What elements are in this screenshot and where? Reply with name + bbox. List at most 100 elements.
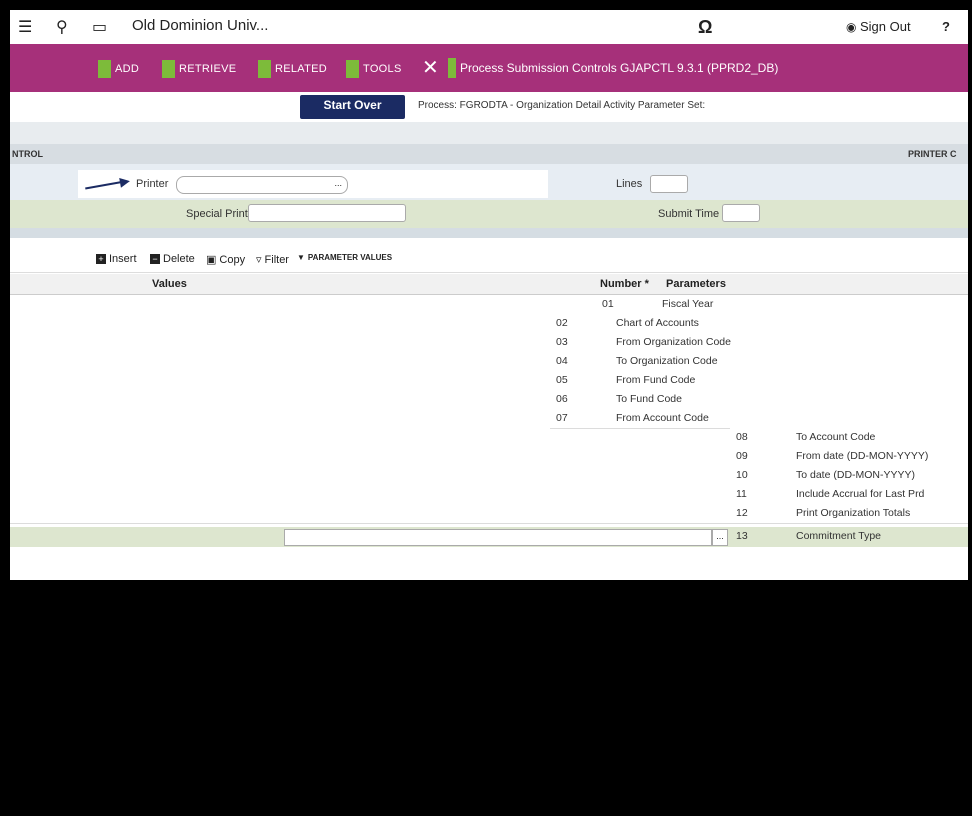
printer-picker[interactable]: ... <box>334 178 342 188</box>
value-input[interactable] <box>284 529 712 546</box>
add-icon <box>98 60 111 78</box>
parameter-number: 01 <box>602 298 614 310</box>
parameter-number: 09 <box>736 450 748 462</box>
values-row[interactable] <box>10 314 596 334</box>
parameter-name: From Account Code <box>616 412 709 424</box>
caret-down-icon: ▼ <box>297 253 305 262</box>
printer-input[interactable]: ... <box>176 176 348 194</box>
close-icon[interactable]: ✕ <box>422 55 439 80</box>
parameter-row[interactable]: 11 Include Accrual for Last Prd <box>730 485 968 505</box>
parameter-row[interactable]: 06 To Fund Code <box>550 390 968 410</box>
insert-button[interactable]: + Insert <box>96 253 137 265</box>
value-picker-button[interactable]: ... <box>712 529 728 546</box>
parameter-row[interactable]: 05 From Fund Code <box>550 371 968 391</box>
parameter-row[interactable]: 07 From Account Code <box>550 409 968 429</box>
app-window: ☰ ⚲ ▭ Old Dominion Univ... Ω ◉ Sign Out … <box>10 10 968 580</box>
section-right-label: PRINTER C <box>908 149 957 159</box>
parameter-values-title: ▼ PARAMETER VALUES <box>297 253 392 262</box>
values-row[interactable] <box>10 466 730 486</box>
values-row[interactable] <box>10 352 596 372</box>
tools-button[interactable]: TOOLS <box>346 60 402 78</box>
blank-band <box>10 122 968 144</box>
search-icon[interactable]: ⚲ <box>56 17 68 37</box>
copy-button[interactable]: ▣ Copy <box>206 253 246 267</box>
copy-label: Copy <box>219 253 246 266</box>
copy-icon: ▣ <box>206 254 217 266</box>
filter-button[interactable]: ▿ Filter <box>256 253 289 267</box>
parameter-number: 02 <box>556 317 568 329</box>
parameter-number: 12 <box>736 507 748 519</box>
parameter-row[interactable]: 08 To Account Code <box>730 428 968 448</box>
lock-icon: ◉ <box>846 20 857 34</box>
parameter-number: 08 <box>736 431 748 443</box>
special-print-input[interactable] <box>248 204 406 222</box>
lines-label: Lines <box>616 178 643 190</box>
values-row[interactable] <box>10 333 596 353</box>
parameter-row-selected[interactable]: 13 Commitment Type <box>730 527 968 546</box>
retrieve-button[interactable]: RETRIEVE <box>162 60 236 78</box>
related-label: RELATED <box>275 63 328 75</box>
insert-label: Insert <box>109 253 137 265</box>
delete-button[interactable]: − Delete <box>150 253 195 265</box>
parameter-name: From Fund Code <box>616 374 696 386</box>
tools-icon <box>346 60 359 78</box>
values-row[interactable] <box>10 485 730 505</box>
start-over-button[interactable]: Start Over <box>300 95 405 119</box>
number-header: Number * <box>600 278 649 290</box>
parameter-toolbar: + Insert − Delete ▣ Copy ▿ Filter ▼ PARA… <box>10 248 968 273</box>
parameter-name: To date (DD-MON-YYYY) <box>796 469 916 481</box>
parameter-row[interactable]: 03 From Organization Code <box>550 333 968 353</box>
menu-icon[interactable]: ☰ <box>18 17 32 37</box>
retrieve-icon <box>162 60 175 78</box>
values-row[interactable] <box>10 371 596 391</box>
parameter-number: 03 <box>556 336 568 348</box>
user-icon[interactable]: Ω <box>698 17 712 38</box>
parameter-number: 06 <box>556 393 568 405</box>
values-row[interactable] <box>10 295 596 315</box>
top-bar: ☰ ⚲ ▭ Old Dominion Univ... Ω ◉ Sign Out … <box>10 10 968 45</box>
parameter-name: Chart of Accounts <box>616 317 699 329</box>
values-row[interactable] <box>10 390 596 410</box>
parameter-number: 04 <box>556 355 568 367</box>
banner-toolbar: ADD RETRIEVE RELATED TOOLS ✕ Process Sub… <box>10 44 968 92</box>
parameter-row[interactable]: 10 To date (DD-MON-YYYY) <box>730 466 968 486</box>
divider-accent <box>448 58 456 78</box>
add-label: ADD <box>115 63 140 75</box>
parameter-number: 13 <box>736 530 748 542</box>
parameter-name: From Organization Code <box>616 336 731 348</box>
values-row[interactable] <box>10 428 596 448</box>
values-row[interactable] <box>10 447 730 467</box>
values-header: Values <box>10 274 596 295</box>
parameter-name: Include Accrual for Last Prd <box>796 488 925 500</box>
app-title: Old Dominion Univ... <box>132 17 269 34</box>
parameter-name: Fiscal Year <box>662 298 714 310</box>
plus-icon: + <box>96 254 106 264</box>
parameter-name: Commitment Type <box>796 530 881 542</box>
help-icon[interactable]: ? <box>942 19 950 34</box>
parameter-row[interactable]: 04 To Organization Code <box>550 352 968 372</box>
submit-time-input[interactable] <box>722 204 760 222</box>
values-header-label: Values <box>152 278 187 290</box>
printer-row: Printer ... Lines <box>10 164 968 200</box>
parameter-values-label: PARAMETER VALUES <box>307 253 393 262</box>
parameter-row[interactable]: 01 Fiscal Year <box>596 295 968 315</box>
values-row[interactable] <box>10 409 596 429</box>
minus-icon: − <box>150 254 160 264</box>
submit-time-label: Submit Time <box>658 208 720 220</box>
commitment-row: ... 13 Commitment Type <box>10 527 968 547</box>
parameter-row[interactable]: 12 Print Organization Totals <box>730 504 968 524</box>
sign-out-link[interactable]: Sign Out <box>860 19 911 34</box>
parameter-row[interactable]: 09 From date (DD-MON-YYYY) <box>730 447 968 467</box>
parameters-header-label: Parameters <box>666 278 726 290</box>
grid-band <box>10 228 968 238</box>
folder-icon[interactable]: ▭ <box>92 17 107 37</box>
add-button[interactable]: ADD <box>98 60 139 78</box>
parameters-header: Number * Parameters <box>596 274 968 295</box>
related-button[interactable]: RELATED <box>258 60 327 78</box>
parameter-row[interactable]: 02 Chart of Accounts <box>550 314 968 334</box>
retrieve-label: RETRIEVE <box>179 63 237 75</box>
values-row[interactable] <box>10 504 730 524</box>
lines-input[interactable] <box>650 175 688 193</box>
section-left-label: NTROL <box>12 149 43 159</box>
filter-label: Filter <box>264 253 289 266</box>
